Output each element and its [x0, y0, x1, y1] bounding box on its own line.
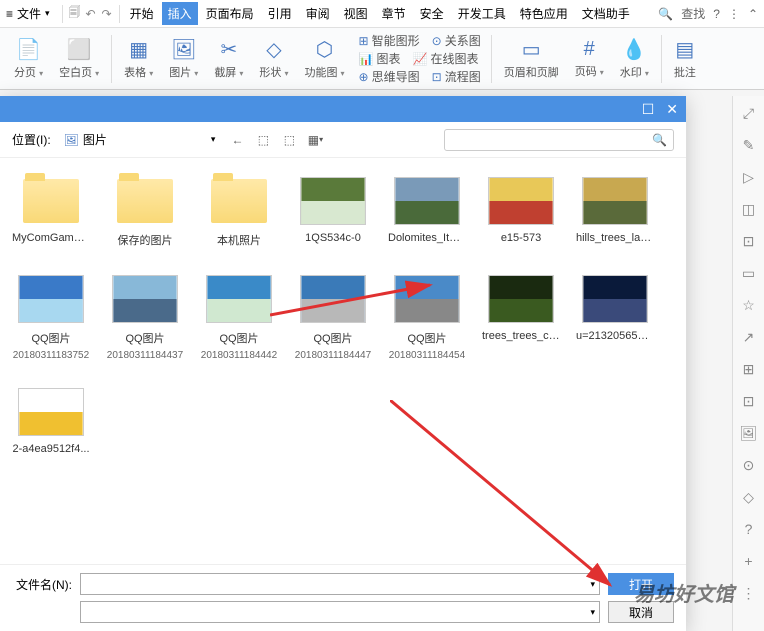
file-item[interactable]: 1QS534c-0 [294, 174, 372, 248]
maximize-icon[interactable]: ☐ [642, 101, 655, 118]
search-go-icon[interactable]: 🔍 [652, 133, 667, 147]
view-icon[interactable]: ▦ ▾ [306, 131, 324, 149]
save-icon[interactable]: 🗐 [67, 6, 83, 22]
dialog-nav: 位置(I): 🖼 图片 ▾ ← ⬚ ⬚ ▦ ▾ 🔍 [0, 122, 686, 158]
file-item[interactable]: QQ图片20180311183752 [12, 272, 90, 361]
file-item[interactable]: 本机照片 [200, 174, 278, 248]
menu-bar: ≡文件▾ 🗐 ↶ ↷ 开始插入页面布局引用审阅视图章节安全开发工具特色应用文档助… [0, 0, 764, 28]
tab-6[interactable]: 章节 [376, 2, 412, 25]
ribbon-tabs: 开始插入页面布局引用审阅视图章节安全开发工具特色应用文档助手 [124, 2, 636, 25]
tab-3[interactable]: 引用 [262, 2, 298, 25]
side-tool-10[interactable]: 🖼 [740, 424, 758, 442]
file-menu[interactable]: ≡文件▾ [6, 5, 50, 22]
search-input[interactable] [451, 134, 652, 146]
side-tool-6[interactable]: ☆ [740, 296, 758, 314]
ribbon-mini-0[interactable]: ⊞智能图形 [359, 32, 420, 49]
ribbon-图片[interactable]: 🖼图片 ▾ [163, 28, 204, 89]
side-tool-15[interactable]: ⋮ [740, 584, 758, 602]
side-panel: ⤢ ✎ ▷ ◫ ⊡ ▭ ☆ ↗ ⊞ ⊡ 🖼 ⊙ ◇? + ⋮ [732, 96, 764, 631]
side-tool-8[interactable]: ⊞ [740, 360, 758, 378]
watermark: 易坊好文馆 [634, 578, 734, 607]
tab-5[interactable]: 视图 [338, 2, 374, 25]
side-tool-5[interactable]: ▭ [740, 264, 758, 282]
side-tool-12[interactable]: ◇ [740, 488, 758, 506]
file-item[interactable]: 2-a4ea9512f4... [12, 385, 90, 455]
file-list: MyComGameC...保存的图片本机照片1QS534c-0Dolomites… [0, 158, 686, 588]
file-item[interactable]: u=2132056592... [576, 272, 654, 361]
ribbon-mini-4[interactable]: ⊕思维导图 [359, 68, 420, 85]
ribbon-功能图[interactable]: ⬡功能图 ▾ [298, 28, 350, 89]
ribbon-mini-1[interactable]: ⊙关系图 [432, 32, 481, 49]
undo-icon[interactable]: ↶ [83, 6, 99, 22]
tab-0[interactable]: 开始 [124, 2, 160, 25]
file-item[interactable]: 保存的图片 [106, 174, 184, 248]
ribbon-mini-2[interactable]: 📊图表 [359, 50, 401, 67]
tab-7[interactable]: 安全 [414, 2, 450, 25]
tab-2[interactable]: 页面布局 [200, 2, 260, 25]
side-tool-14[interactable]: + [740, 552, 758, 570]
ribbon-页码[interactable]: #页码 ▾ [569, 28, 610, 89]
up-icon[interactable]: ⬚ [254, 131, 272, 149]
file-item[interactable]: hills_trees_lands... [576, 174, 654, 248]
side-tool-9[interactable]: ⊡ [740, 392, 758, 410]
side-tool-7[interactable]: ↗ [740, 328, 758, 346]
file-open-dialog: ☐ ✕ 位置(I): 🖼 图片 ▾ ← ⬚ ⬚ ▦ ▾ 🔍 MyComGameC… [0, 96, 686, 631]
help-icon[interactable]: ? [713, 7, 720, 21]
new-folder-icon[interactable]: ⬚ [280, 131, 298, 149]
side-tool-2[interactable]: ▷ [740, 168, 758, 186]
redo-icon[interactable]: ↷ [99, 6, 115, 22]
file-item[interactable]: e15-573 [482, 174, 560, 248]
side-tool-4[interactable]: ⊡ [740, 232, 758, 250]
ribbon-分页[interactable]: 📄分页 ▾ [8, 28, 49, 89]
file-item[interactable]: QQ图片20180311184437 [106, 272, 184, 361]
ribbon-空白页[interactable]: ⬜空白页 ▾ [53, 28, 105, 89]
side-tool-0[interactable]: ⤢ [740, 104, 758, 122]
tab-4[interactable]: 审阅 [300, 2, 336, 25]
ribbon-截屏[interactable]: ✂截屏 ▾ [208, 28, 249, 89]
side-tool-3[interactable]: ◫ [740, 200, 758, 218]
tab-9[interactable]: 特色应用 [514, 2, 574, 25]
close-icon[interactable]: ✕ [666, 101, 678, 118]
collapse-icon[interactable]: ⌃ [748, 7, 758, 21]
file-item[interactable]: QQ图片20180311184447 [294, 272, 372, 361]
back-icon[interactable]: ← [228, 131, 246, 149]
tab-10[interactable]: 文档助手 [576, 2, 636, 25]
location-combo[interactable]: 🖼 图片 ▾ [59, 128, 221, 151]
filetype-combo[interactable]: ▾ [80, 601, 600, 623]
tab-8[interactable]: 开发工具 [452, 2, 512, 25]
dialog-titlebar: ☐ ✕ [0, 96, 686, 122]
side-tool-11[interactable]: ⊙ [740, 456, 758, 474]
ribbon-表格[interactable]: ▦表格 ▾ [118, 28, 159, 89]
file-item[interactable]: QQ图片20180311184442 [200, 272, 278, 361]
search-label[interactable]: 查找 [681, 5, 705, 22]
tab-1[interactable]: 插入 [162, 2, 198, 25]
filename-input[interactable]: ▾ [80, 573, 600, 595]
file-item[interactable]: trees_trees_cre... [482, 272, 560, 361]
ribbon-水印[interactable]: 💧水印 ▾ [614, 28, 655, 89]
file-item[interactable]: QQ图片20180311184454 [388, 272, 466, 361]
more-icon[interactable]: ⋮ [728, 7, 740, 21]
ribbon-mini-5[interactable]: ⊡流程图 [432, 68, 481, 85]
ribbon: 📄分页 ▾⬜空白页 ▾ ▦表格 ▾🖼图片 ▾✂截屏 ▾◇形状 ▾⬡功能图 ▾ ⊞智能… [0, 28, 764, 90]
file-item[interactable]: MyComGameC... [12, 174, 90, 248]
dialog-search[interactable]: 🔍 [444, 129, 674, 151]
ribbon-形状[interactable]: ◇形状 ▾ [253, 28, 294, 89]
side-tool-1[interactable]: ✎ [740, 136, 758, 154]
dialog-footer: 文件名(N): ▾ 打开 ▾ 取消 [0, 564, 686, 631]
search-icon[interactable]: 🔍 [658, 7, 673, 21]
side-tool-13[interactable]: ? [740, 520, 758, 538]
file-item[interactable]: Dolomites_Italy... [388, 174, 466, 248]
ribbon-批注[interactable]: ▤批注 [668, 28, 702, 89]
filename-label: 文件名(N): [12, 576, 72, 593]
ribbon-mini-3[interactable]: 📈在线图表 [413, 50, 479, 67]
ribbon-页眉和页脚[interactable]: ▭页眉和页脚 [498, 28, 565, 89]
location-label: 位置(I): [12, 131, 51, 148]
